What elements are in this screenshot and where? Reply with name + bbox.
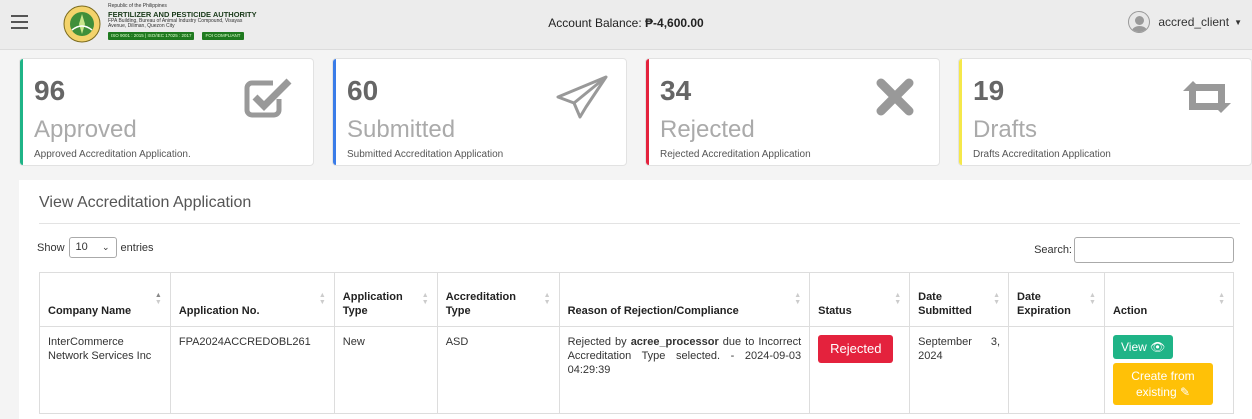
view-button[interactable]: View 👁 [1112,335,1174,359]
stat-card-submitted: 60 Submitted Submitted Accreditation App… [332,58,627,166]
chevron-down-icon: ⌄ [101,242,110,252]
top-bar: Republic of the Philippines FERTILIZER A… [0,0,1252,50]
cell-reason: Rejected by acree_processor due to Incor… [558,326,811,414]
approved-description: Approved Accreditation Application. [34,149,191,160]
balance-label: Account Balance: [548,16,642,30]
username: accred_client [1158,15,1230,29]
check-square-icon [243,75,295,119]
cell-date-submitted: September 3, 2024 [909,326,1010,414]
status-badge: Rejected [818,335,894,363]
cell-status: Rejected [809,326,911,414]
table-row: InterCommerce Network Services Inc FPA20… [39,326,1235,414]
col-reason[interactable]: Reason of Rejection/Compliance ▲ ▼ [558,272,811,327]
account-balance: Account Balance: ₱-4,600.00 [0,16,1252,30]
rejected-label: Rejected [660,116,755,143]
create-from-existing-button[interactable]: Create from existing ✎ [1112,363,1213,405]
entries-control: Show 10 ⌄ entries [37,237,154,258]
show-label: Show [37,241,65,254]
card-accent-bar [959,59,962,165]
panel-title: View Accreditation Application [39,194,252,211]
entries-value: 10 [75,241,88,253]
cell-date-expiration [1008,326,1105,414]
cell-app-no: FPA2024ACCREDOBL261 [169,326,335,414]
col-action[interactable]: Action ▲ ▼ [1103,272,1235,327]
rejected-description: Rejected Accreditation Application [660,149,811,160]
approved-label: Approved [34,116,137,143]
foi-badge: FOI COMPLIANT [202,31,244,40]
card-accent-bar [333,59,336,165]
col-application-no[interactable]: Application No. ▲ ▼ [169,272,335,327]
submitted-count: 60 [347,75,379,106]
applications-table: Company Name ▲ ▼ Application No. ▲ ▼ Applica… [39,272,1235,414]
col-date-submitted[interactable]: Date Submitted ▲ ▼ [909,272,1010,327]
x-icon [869,75,921,119]
card-accent-bar [20,59,23,165]
accreditation-panel: View Accreditation Application Show 10 ⌄… [19,180,1252,419]
balance-value: ₱-4,600.00 [645,16,704,30]
search-control: Search: [1034,237,1234,263]
table-header-row: Company Name ▲ ▼ Application No. ▲ ▼ Applica… [39,272,1235,327]
user-menu[interactable]: accred_client ▼ [1128,11,1242,33]
entries-select[interactable]: 10 ⌄ [68,237,117,258]
search-label: Search: [1034,244,1072,256]
drafts-description: Drafts Accreditation Application [973,149,1111,160]
cell-action: View 👁 Create from existing ✎ [1103,326,1235,414]
caret-down-icon: ▼ [1234,17,1242,27]
submitted-label: Submitted [347,116,456,143]
paper-plane-icon [556,75,608,119]
drafts-label: Drafts [973,116,1038,143]
cell-company: InterCommerce Network Services Inc [39,326,171,414]
stat-card-approved: 96 Approved Approved Accreditation Appli… [19,58,314,166]
approved-count: 96 [34,75,66,106]
eye-icon: 👁 [1150,340,1166,354]
cell-accred-type: ASD [436,326,560,414]
stat-card-drafts: 19 Drafts Drafts Accreditation Applicati… [958,58,1252,166]
cell-app-type: New [333,326,438,414]
entries-label: entries [120,241,154,254]
retweet-icon [1181,75,1233,119]
edit-icon: ✎ [1179,385,1191,399]
submitted-description: Submitted Accreditation Application [347,149,504,160]
iso-badge: ISO 9001 : 2015 | ISO/IEC 17025 : 2017 [108,31,195,40]
col-company-name[interactable]: Company Name ▲ ▼ [39,272,171,327]
col-application-type[interactable]: Application Type ▲ ▼ [333,272,438,327]
processor-name: acree_processor [630,336,719,348]
search-input[interactable] [1074,237,1234,263]
col-status[interactable]: Status ▲ ▼ [809,272,911,327]
avatar [1128,11,1151,33]
rejected-count: 34 [660,75,692,106]
divider [39,223,1240,224]
stat-card-rejected: 34 Rejected Rejected Accreditation Appli… [645,58,940,166]
col-accreditation-type[interactable]: Accreditation Type ▲ ▼ [436,272,560,327]
drafts-count: 19 [973,75,1005,106]
col-date-expiration[interactable]: Date Expiration ▲ ▼ [1008,272,1105,327]
card-accent-bar [646,59,649,165]
